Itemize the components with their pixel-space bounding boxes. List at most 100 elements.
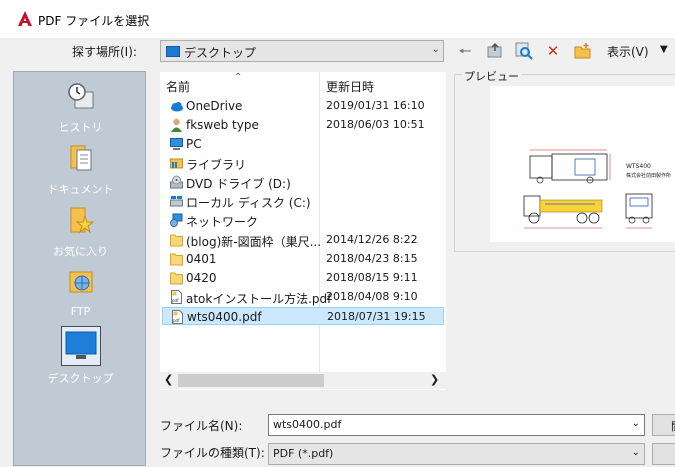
place-history[interactable]: ヒストリ [14, 80, 147, 135]
list-item[interactable]: ネットワーク [162, 211, 444, 229]
lookin-value: デスクトップ [184, 46, 257, 60]
list-item[interactable]: OneDrive 2019/01/31 16:10 [162, 97, 444, 115]
desktop-folder-icon [166, 46, 180, 57]
sort-ascending-icon: ⌃ [234, 72, 243, 83]
list-item[interactable]: PC [162, 135, 444, 153]
column-header-date[interactable]: 更新日時 [326, 78, 374, 95]
scrollbar-thumb[interactable] [178, 374, 324, 387]
column-header-name[interactable]: 名前 [166, 78, 190, 95]
place-label: FTP [70, 305, 91, 318]
places-bar: ヒストリ ドキュメント お気に入り FTP デスクトップ [13, 71, 146, 466]
folder-icon [170, 234, 183, 247]
filetype-dropdown[interactable]: PDF (*.pdf) ⌄ [268, 443, 645, 465]
pc-icon [170, 138, 183, 150]
drawing-company: 株式会社前田製作所 [626, 172, 671, 179]
item-name: ローカル ディスク (C:) [186, 196, 311, 210]
filename-label: ファイル名(N): [160, 419, 243, 433]
item-name: ネットワーク [186, 215, 259, 229]
place-selected-frame [60, 326, 101, 366]
item-name: (blog)新-図面枠（巣尺... [186, 235, 322, 249]
filetype-value: PDF (*.pdf) [273, 447, 334, 460]
chevron-down-icon: ⌄ [431, 44, 440, 55]
place-ftp[interactable]: FTP [14, 266, 147, 318]
back-arrow-icon[interactable]: 🠔 [456, 42, 474, 60]
place-label: お気に入り [53, 245, 108, 258]
documents-icon [70, 145, 91, 171]
item-date: 2018/07/31 19:15 [327, 310, 426, 323]
list-item[interactable]: pdf atokインストール方法.pdf 2018/04/08 9:10 [162, 288, 444, 306]
local-disk-icon [170, 196, 183, 207]
item-date: 2018/04/08 9:10 [326, 290, 418, 303]
place-favorites[interactable]: お気に入り [14, 204, 147, 259]
item-name: ライブラリ [186, 158, 247, 172]
list-item[interactable]: ローカル ディスク (C:) [162, 192, 444, 210]
list-item[interactable]: ライブラリ [162, 154, 444, 172]
folder-icon [170, 272, 183, 285]
list-item[interactable]: 0401 2018/04/23 8:15 [162, 250, 444, 268]
pdf-file-icon: pdf [172, 310, 183, 324]
item-name: atokインストール方法.pdf [186, 292, 332, 306]
preview-label: プレビュー [462, 68, 521, 84]
library-icon [170, 158, 183, 169]
truck-drawing-image: WTS400 株式会社前田製作所 [523, 149, 671, 229]
pdf-file-icon: pdf [171, 290, 182, 304]
cancel-button[interactable] [652, 443, 675, 465]
place-label: ドキュメント [47, 183, 114, 196]
chevron-down-icon[interactable]: ⌄ [632, 447, 640, 458]
item-name: fksweb type [186, 118, 259, 132]
delete-icon[interactable]: ✕ [544, 42, 562, 60]
view-menu-button[interactable]: 表示(V) [607, 43, 649, 60]
history-icon [67, 83, 93, 109]
scroll-right-icon[interactable]: ❯ [430, 373, 439, 386]
place-documents[interactable]: ドキュメント [14, 142, 147, 197]
filename-input[interactable]: wts0400.pdf ⌄ [268, 414, 645, 436]
drawing-title: WTS400 [626, 163, 651, 170]
item-name: PC [186, 137, 202, 151]
place-label: ヒストリ [58, 121, 103, 134]
search-web-icon[interactable] [515, 42, 533, 60]
dvd-drive-icon [170, 175, 183, 189]
ftp-icon [69, 271, 92, 293]
lookin-label: 探す場所(I): [72, 45, 137, 59]
place-label: デスクトップ [47, 372, 114, 385]
chevron-down-icon[interactable]: ⌄ [632, 418, 640, 429]
lookin-dropdown[interactable]: デスクトップ ⌄ [160, 40, 444, 62]
title-bar: PDF ファイルを選択 [0, 0, 675, 38]
item-name: 0401 [186, 252, 217, 266]
cloud-icon [171, 102, 183, 112]
desktop-icon [65, 331, 96, 359]
filename-value: wts0400.pdf [273, 418, 342, 431]
user-icon [171, 118, 182, 132]
file-list[interactable]: ⌃ 名前 更新日時 OneDrive 2019/01/31 16:10 fksw… [160, 72, 446, 390]
item-date: 2018/04/23 8:15 [326, 252, 418, 265]
item-name: wts0400.pdf [187, 310, 262, 324]
item-name: 0420 [186, 271, 217, 285]
autocad-logo-icon [18, 11, 32, 26]
caret-down-icon[interactable]: ▼ [660, 44, 668, 55]
place-desktop[interactable]: デスクトップ [14, 326, 147, 386]
window-title: PDF ファイルを選択 [38, 14, 150, 28]
item-name: OneDrive [186, 99, 243, 113]
item-name: DVD ドライブ (D:) [186, 177, 291, 191]
item-date: 2018/08/15 9:11 [326, 271, 418, 284]
item-date: 2019/01/31 16:10 [326, 99, 425, 112]
up-folder-icon[interactable] [486, 42, 504, 60]
list-item[interactable]: DVD ドライブ (D:) [162, 173, 444, 191]
open-button-label: 開 [671, 418, 675, 434]
filetype-label: ファイルの種類(T): [160, 446, 265, 460]
open-button[interactable]: 開 [652, 414, 675, 436]
svg-text:pdf: pdf [173, 318, 180, 323]
new-folder-icon[interactable] [574, 42, 592, 60]
folder-icon [170, 253, 183, 266]
svg-text:pdf: pdf [172, 298, 179, 303]
item-date: 2014/12/26 8:22 [326, 233, 418, 246]
list-item[interactable]: fksweb type 2018/06/03 10:51 [162, 116, 444, 134]
horizontal-scrollbar[interactable]: ❮ ❯ [160, 372, 446, 389]
favorites-icon [70, 207, 94, 234]
list-item[interactable]: 0420 2018/08/15 9:11 [162, 269, 444, 287]
scroll-left-icon[interactable]: ❮ [164, 373, 173, 386]
list-item-selected[interactable]: pdf wts0400.pdf 2018/07/31 19:15 [162, 307, 444, 325]
list-item[interactable]: (blog)新-図面枠（巣尺... 2014/12/26 8:22 [162, 231, 444, 249]
preview-image: WTS400 株式会社前田製作所 [490, 86, 675, 242]
item-date: 2018/06/03 10:51 [326, 118, 425, 131]
